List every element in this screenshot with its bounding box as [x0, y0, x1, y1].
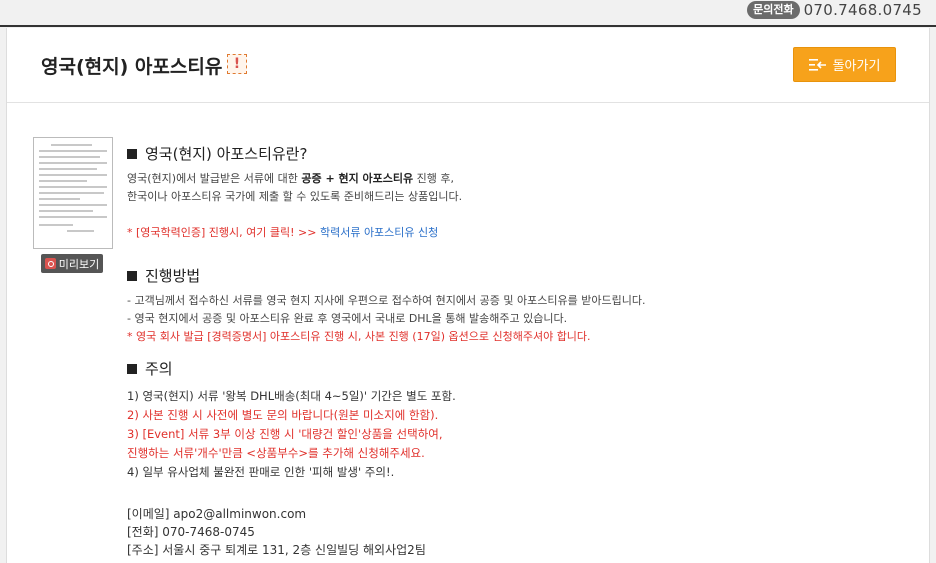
caution-item: 3) [Event] 서류 3부 이상 진행 시 '대량건 할인'상품을 선택하…	[127, 427, 443, 441]
caution-list: 1) 영국(현지) 서류 '왕복 DHL배송(최대 4~5일)' 기간은 별도 …	[127, 387, 917, 482]
notice-icon[interactable]: !	[227, 54, 247, 74]
square-bullet-icon	[127, 148, 137, 159]
caution-item: 진행하는 서류'개수'만큼 <상품부수>를 추가해 신청해주세요.	[127, 446, 425, 460]
phone-number[interactable]: 070.7468.0745	[804, 1, 922, 19]
page-title: 영국(현지) 아포스티유	[41, 56, 223, 78]
magnifier-icon	[44, 258, 56, 269]
contact-address: [주소] 서울시 중구 퇴계로 131, 2층 신일빌딩 해외사업2팀	[127, 543, 426, 557]
caution-item: 1) 영국(현지) 서류 '왕복 DHL배송(최대 4~5일)' 기간은 별도 …	[127, 389, 456, 403]
document-thumbnail[interactable]	[33, 137, 113, 249]
academic-apostille-link[interactable]: 학력서류 아포스티유 신청	[316, 226, 438, 239]
square-bullet-icon	[127, 363, 137, 374]
section-title-about: 영국(현지) 아포스티유란?	[127, 143, 917, 164]
contact-phone-line: [전화] 070-7468-0745	[127, 525, 255, 539]
square-bullet-icon	[127, 270, 137, 281]
content-area: 영국(현지) 아포스티유란? 영국(현지)에서 발급받은 서류에 대한 공증 +…	[127, 143, 917, 559]
phone-badge: 문의전화	[747, 1, 800, 19]
back-button-label: 돌아가기	[832, 59, 881, 74]
process-text: - 고객님께서 접수하신 서류를 영국 현지 지사에 우편으로 접수하여 현지에…	[127, 294, 646, 343]
promo-text[interactable]: * [영국학력인증] 진행시, 여기 클릭! >>	[127, 226, 316, 239]
section-title-caution: 주의	[127, 358, 917, 379]
contact-email[interactable]: [이메일] apo2@allminwon.com	[127, 505, 917, 523]
page-header: 영국(현지) 아포스티유 ! 돌아가기	[7, 28, 929, 103]
contact-info: [이메일] apo2@allminwon.com [전화] 070-7468-0…	[127, 505, 917, 559]
top-bar: 문의전화 070.7468.0745	[0, 0, 936, 27]
caution-item: 4) 일부 유사업체 불완전 판매로 인한 '피해 발생' 주의!.	[127, 465, 395, 479]
back-button[interactable]: 돌아가기	[793, 47, 896, 82]
promo-line: * [영국학력인증] 진행시, 여기 클릭! >> 학력서류 아포스티유 신청	[127, 224, 917, 242]
about-text: 영국(현지)에서 발급받은 서류에 대한 공증 + 현지 아포스티유 진행 후,…	[127, 172, 463, 203]
contact-phone: 문의전화 070.7468.0745	[747, 1, 922, 19]
caution-item: 2) 사본 진행 시 사전에 별도 문의 바랍니다(원본 미소지에 한함).	[127, 408, 439, 422]
preview-button[interactable]: 미리보기	[41, 254, 103, 273]
list-back-icon	[808, 58, 826, 71]
main-panel: 영국(현지) 아포스티유 ! 돌아가기 미리보기 영국(현지) 아포스티유란? …	[6, 28, 930, 563]
section-title-process: 진행방법	[127, 265, 917, 286]
preview-label: 미리보기	[58, 257, 100, 271]
